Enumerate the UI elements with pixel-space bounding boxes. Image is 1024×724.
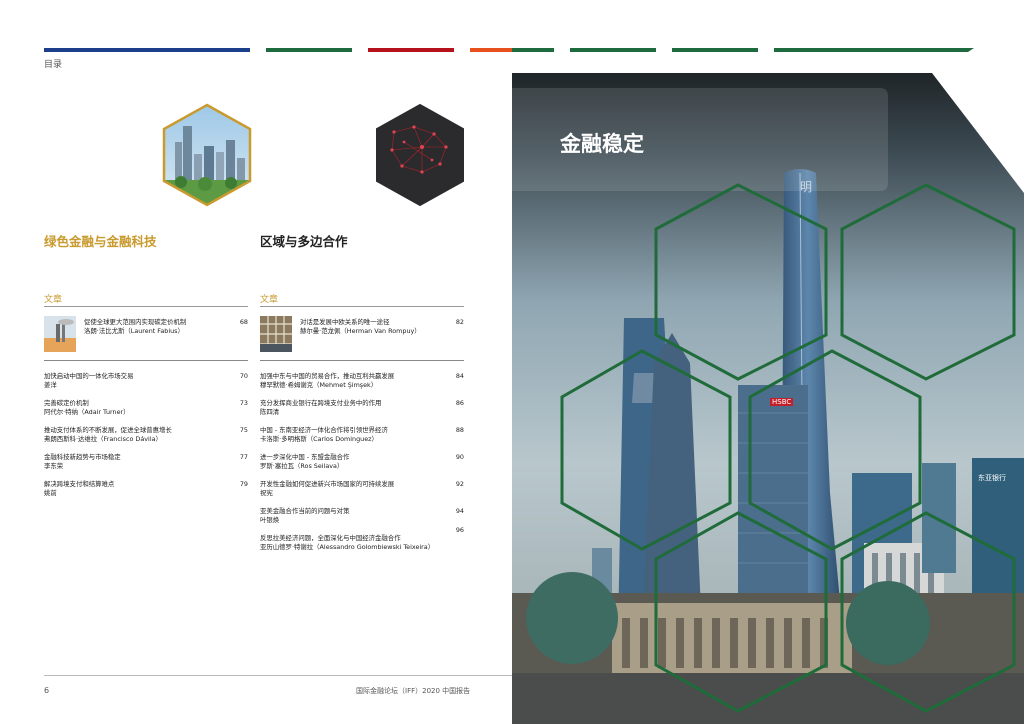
article-thumbnail-van-rompuy bbox=[260, 316, 292, 352]
left-entry-4[interactable]: 推动支付体系的不断发展，促进全球普惠增长 弗朗西斯科·达维拉（Francisco… bbox=[44, 426, 224, 444]
financial-stability-title[interactable]: 金融稳定 bbox=[560, 128, 644, 158]
right-entry-1-page: 82 bbox=[455, 318, 464, 326]
header-bar-green-2 bbox=[512, 48, 554, 52]
entry-author: 穆罕默德·希姆谢克（Mehmet Şimşek） bbox=[260, 381, 378, 389]
regional-hex-image bbox=[374, 102, 466, 208]
right-entry-5-page: 90 bbox=[455, 453, 464, 461]
entry-author: 姚前 bbox=[44, 489, 57, 497]
left-separator bbox=[44, 360, 248, 361]
left-entry-1-page: 68 bbox=[239, 318, 248, 326]
green-finance-section-title[interactable]: 绿色金融与金融科技 bbox=[44, 231, 157, 250]
left-column-rule bbox=[44, 306, 248, 307]
entry-author: 罗斯·塞拉瓦（Ros Seilava） bbox=[260, 462, 344, 470]
footer-report-title: 国际金融论坛（IFF）2020 中国报告 bbox=[356, 687, 471, 695]
right-entry-7-page: 94 bbox=[455, 507, 464, 515]
right-entry-3[interactable]: 充分发挥商业银行在跨境支付业务中的作用 陈四清 bbox=[260, 399, 440, 417]
entry-author: 叶银焕 bbox=[260, 516, 280, 524]
left-column-heading: 文章 bbox=[44, 295, 63, 305]
header-bar-green-5 bbox=[774, 48, 974, 52]
left-entry-3[interactable]: 完善碳定价机制 阿代尔·特纳（Adair Turner） bbox=[44, 399, 224, 417]
right-entry-2[interactable]: 加强中东与中国的贸易合作，推动互利共赢发展 穆罕默德·希姆谢克（Mehmet Ş… bbox=[260, 372, 440, 390]
entry-title: 完善碳定价机制 bbox=[44, 399, 89, 407]
footer-page-number: 6 bbox=[44, 686, 50, 695]
header-bar-green-3 bbox=[570, 48, 656, 52]
entry-author: 祝宪 bbox=[260, 489, 273, 497]
entry-author: 洛朗·法比尤斯（Laurent Fabius） bbox=[84, 327, 184, 335]
right-entry-3-page: 86 bbox=[455, 399, 464, 407]
left-entry-2[interactable]: 加快启动中国的一体化市场交易 姜洋 bbox=[44, 372, 224, 390]
right-column-heading: 文章 bbox=[260, 295, 279, 305]
entry-author: 卡洛斯·多明格斯（Carlos Dominguez） bbox=[260, 435, 378, 443]
entry-title: 加快启动中国的一体化市场交易 bbox=[44, 372, 134, 380]
left-entry-6-page: 79 bbox=[239, 480, 248, 488]
right-entry-7[interactable]: 亚美金融合作当前的问题与对策 叶银焕 bbox=[260, 507, 440, 525]
entry-title: 对话是发展中欧关系的唯一途径 bbox=[300, 318, 390, 326]
header-bar-green-1 bbox=[266, 48, 352, 52]
entry-author: 弗朗西斯科·达维拉（Francisco Dávila） bbox=[44, 435, 162, 443]
right-entry-6-page: 92 bbox=[455, 480, 464, 488]
right-entry-2-page: 84 bbox=[455, 372, 464, 380]
tower-sign: 明 bbox=[800, 180, 813, 194]
right-column-rule bbox=[260, 306, 464, 307]
green-finance-hex-image bbox=[161, 102, 253, 208]
right-entry-9[interactable]: 反思拉美经济问题，全面深化与中国经济金融合作 亚历山德罗·特谢拉（Alessan… bbox=[260, 534, 450, 552]
left-entry-1[interactable]: 促使全球更大范围内实现碳定价机制 洛朗·法比尤斯（Laurent Fabius） bbox=[84, 318, 234, 336]
left-entry-6[interactable]: 解决跨境支付和结算难点 姚前 bbox=[44, 480, 224, 498]
entry-title: 反思拉美经济问题，全面深化与中国经济金融合作 bbox=[260, 534, 401, 542]
left-entry-2-page: 70 bbox=[239, 372, 248, 380]
left-entry-5-page: 77 bbox=[239, 453, 248, 461]
right-entry-6[interactable]: 开发性金融如何促进新兴市场国家的可持续发展 祝宪 bbox=[260, 480, 440, 498]
right-separator bbox=[260, 360, 464, 361]
entry-author: 姜洋 bbox=[44, 381, 57, 389]
right-entry-5[interactable]: 进一步深化中国 - 东盟金融合作 罗斯·塞拉瓦（Ros Seilava） bbox=[260, 453, 440, 471]
right-entry-4-page: 88 bbox=[455, 426, 464, 434]
left-entry-4-page: 75 bbox=[239, 426, 248, 434]
entry-title: 推动支付体系的不断发展，促进全球普惠增长 bbox=[44, 426, 172, 434]
entry-title: 中国 - 东南亚经济一体化合作将引领世界经济 bbox=[260, 426, 388, 434]
header-bar-red bbox=[368, 48, 454, 52]
entry-title: 金融科技新趋势与市场稳定 bbox=[44, 453, 121, 461]
entry-author: 李东荣 bbox=[44, 462, 64, 470]
entry-author: 亚历山德罗·特谢拉（Alessandro Golombiewski Teixei… bbox=[260, 543, 435, 551]
right-entry-8-page: 96 bbox=[455, 526, 464, 534]
entry-title: 亚美金融合作当前的问题与对策 bbox=[260, 507, 350, 515]
right-entry-4[interactable]: 中国 - 东南亚经济一体化合作将引领世界经济 卡洛斯·多明格斯（Carlos D… bbox=[260, 426, 440, 444]
article-thumbnail-fabius bbox=[44, 316, 76, 352]
regional-section-title[interactable]: 区域与多边合作 bbox=[260, 231, 348, 250]
header-bar-blue bbox=[44, 48, 250, 52]
header-bar-green-4 bbox=[672, 48, 758, 52]
right-entry-1[interactable]: 对话是发展中欧关系的唯一途径 赫尔曼·范龙佩（Herman Van Rompuy… bbox=[300, 318, 450, 336]
entry-title: 开发性金融如何促进新兴市场国家的可持续发展 bbox=[260, 480, 395, 488]
entry-author: 阿代尔·特纳（Adair Turner） bbox=[44, 408, 130, 416]
header-bar-orange bbox=[470, 48, 512, 52]
left-entry-5[interactable]: 金融科技新趋势与市场稳定 李东荣 bbox=[44, 453, 224, 471]
shanghai-skyline-photo: HSBC 东亚银行 明 bbox=[512, 73, 1024, 724]
entry-title: 进一步深化中国 - 东盟金融合作 bbox=[260, 453, 350, 461]
left-entry-3-page: 73 bbox=[239, 399, 248, 407]
entry-title: 促使全球更大范围内实现碳定价机制 bbox=[84, 318, 187, 326]
entry-author: 赫尔曼·范龙佩（Herman Van Rompuy） bbox=[300, 327, 421, 335]
entry-title: 解决跨境支付和结算难点 bbox=[44, 480, 115, 488]
entry-title: 充分发挥商业银行在跨境支付业务中的作用 bbox=[260, 399, 382, 407]
toc-label: 目录 bbox=[44, 60, 63, 70]
bank-of-east-asia-sign: 东亚银行 bbox=[978, 474, 1006, 482]
entry-author: 陈四清 bbox=[260, 408, 280, 416]
entry-title: 加强中东与中国的贸易合作，推动互利共赢发展 bbox=[260, 372, 395, 380]
footer-rule bbox=[44, 675, 512, 676]
hsbc-sign: HSBC bbox=[770, 398, 794, 406]
